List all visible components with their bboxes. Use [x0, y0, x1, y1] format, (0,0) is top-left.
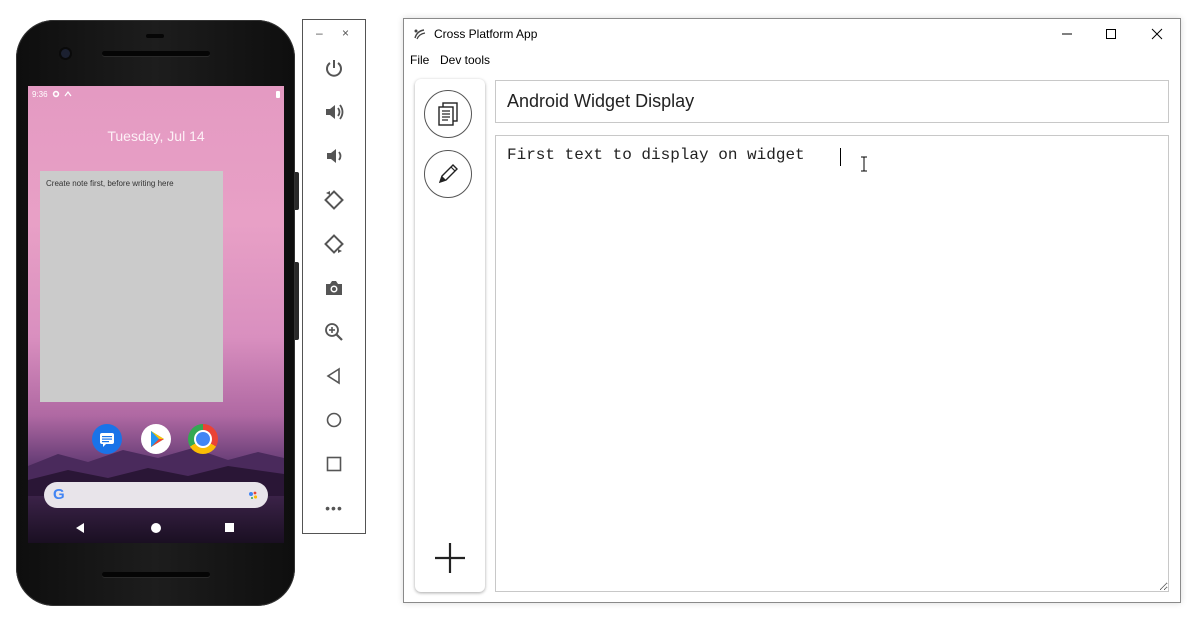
- toolbar-window-controls: – ×: [303, 26, 365, 44]
- zoom-icon[interactable]: [319, 317, 349, 347]
- toolbar-minimize-button[interactable]: –: [316, 26, 323, 40]
- widget-text: Create note first, before writing here: [46, 179, 174, 188]
- text-caret: [840, 148, 841, 166]
- app-window: Cross Platform App File Dev tools Androi…: [403, 18, 1181, 603]
- phone-nav-bar: [28, 518, 284, 538]
- power-icon[interactable]: [319, 53, 349, 83]
- bottom-speaker: [102, 572, 210, 577]
- menu-dev-tools[interactable]: Dev tools: [440, 53, 490, 67]
- menu-file[interactable]: File: [410, 53, 429, 67]
- minimize-button[interactable]: [1044, 19, 1090, 48]
- battery-icon: [276, 90, 280, 98]
- volume-up-icon[interactable]: [319, 97, 349, 127]
- earpiece-speaker: [102, 51, 210, 56]
- app-logo-icon: [414, 29, 426, 40]
- front-camera: [61, 49, 70, 58]
- note-title-input[interactable]: [495, 80, 1169, 123]
- app-content: First text to display on widget: [404, 70, 1180, 602]
- home-icon[interactable]: [319, 405, 349, 435]
- window-titlebar[interactable]: Cross Platform App: [404, 19, 1180, 48]
- volume-down-icon[interactable]: [319, 141, 349, 171]
- window-title: Cross Platform App: [434, 27, 538, 41]
- assistant-icon[interactable]: [248, 490, 258, 500]
- overview-icon[interactable]: [319, 449, 349, 479]
- back-icon[interactable]: [319, 361, 349, 391]
- play-store-icon[interactable]: [141, 424, 171, 454]
- close-icon: [1151, 28, 1163, 39]
- phone-screen[interactable]: 9:36 Tuesday, Jul 14 Create note first, …: [28, 86, 284, 543]
- maximize-icon: [1106, 28, 1116, 39]
- minimize-icon: [1062, 33, 1072, 34]
- google-logo-icon: G: [53, 486, 65, 503]
- rotate-left-icon[interactable]: [319, 185, 349, 215]
- ibeam-cursor-icon: [861, 156, 867, 172]
- settings-icon: [52, 90, 59, 98]
- emulator-toolbar: – × •••: [302, 19, 366, 534]
- status-time: 9:36: [32, 89, 48, 99]
- edit-button[interactable]: [424, 150, 472, 198]
- chrome-icon[interactable]: [188, 424, 218, 454]
- pencil-icon: [438, 164, 458, 184]
- status-bar: 9:36: [32, 88, 280, 100]
- android-emulator-phone: 9:36 Tuesday, Jul 14 Create note first, …: [16, 20, 299, 606]
- camera-icon[interactable]: [319, 273, 349, 303]
- notification-icon: [64, 91, 72, 97]
- note-text-area[interactable]: First text to display on widget: [495, 135, 1169, 592]
- recents-icon[interactable]: [225, 523, 234, 532]
- messages-icon[interactable]: [92, 424, 122, 454]
- menu-bar: File Dev tools: [404, 48, 1180, 70]
- rotate-right-icon[interactable]: [319, 229, 349, 259]
- sensor: [146, 34, 164, 38]
- toolbar-close-button[interactable]: ×: [342, 26, 349, 40]
- note-widget[interactable]: Create note first, before writing here: [40, 171, 223, 402]
- plus-icon[interactable]: [433, 541, 467, 575]
- power-side-button: [295, 172, 299, 210]
- google-search-bar[interactable]: G: [44, 482, 268, 508]
- side-panel: [415, 79, 485, 592]
- back-icon[interactable]: [76, 523, 84, 533]
- volume-side-button: [295, 262, 299, 340]
- more-icon[interactable]: •••: [319, 493, 349, 523]
- documents-icon: [438, 102, 458, 126]
- home-icon[interactable]: [151, 523, 161, 533]
- documents-button[interactable]: [424, 90, 472, 138]
- maximize-button[interactable]: [1088, 19, 1134, 48]
- lockscreen-date: Tuesday, Jul 14: [107, 128, 205, 144]
- close-button[interactable]: [1134, 19, 1180, 48]
